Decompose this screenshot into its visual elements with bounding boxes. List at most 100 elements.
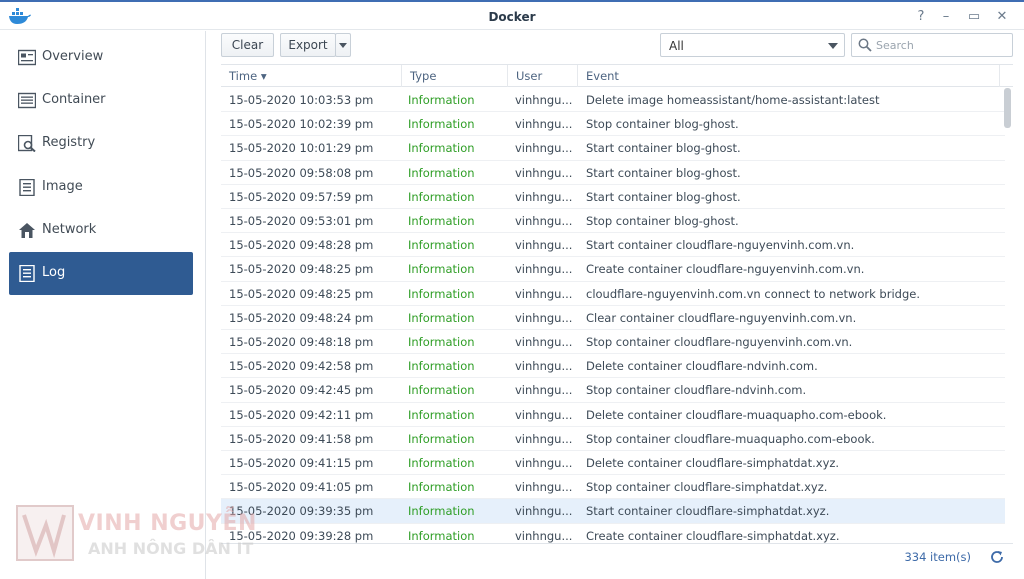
event-cell: Start container blog-ghost. [586, 189, 741, 204]
event-cell: Stop container blog-ghost. [586, 214, 739, 228]
export-dropdown-button[interactable] [335, 33, 351, 57]
filter-selected-value: All [669, 39, 684, 53]
time-cell: 15-05-2020 10:02:39 pm [229, 117, 374, 132]
sidebar-item-label: Network [42, 222, 97, 237]
column-header-event[interactable]: Event [578, 65, 1000, 87]
search-box[interactable] [851, 33, 1013, 57]
table-row[interactable]: 15-05-2020 09:48:25 pm Information vinhngu… [221, 282, 1005, 306]
table-footer: 334 item(s) [221, 543, 1013, 569]
time-cell: 15-05-2020 09:42:45 pm [229, 383, 374, 398]
event-cell: Create container cloudflare-simphatdat.x… [586, 528, 840, 543]
maximize-button[interactable]: ▭ [965, 7, 983, 27]
column-header-user[interactable]: User [508, 65, 578, 87]
user-cell: vinhngu... [515, 262, 573, 277]
event-cell: Start container cloudflare-nguyenvinh.co… [586, 238, 855, 253]
event-cell: Stop container blog-ghost. [586, 117, 739, 132]
event-cell: Start container cloudflare-simphatdat.xy… [586, 504, 830, 519]
event-cell: Create container cloudflare-nguyenvinh.c… [586, 262, 865, 277]
table-row[interactable]: 15-05-2020 09:39:35 pm Information vinhngu… [221, 499, 1005, 524]
table-row[interactable]: 15-05-2020 09:41:15 pm Information vinhngu… [221, 451, 1005, 476]
time-cell: 15-05-2020 10:01:29 pm [229, 141, 374, 156]
event-cell: Delete container cloudflare-muaquapho.co… [586, 407, 887, 422]
sidebar-item-overview[interactable]: Overview [9, 36, 193, 79]
sidebar-item-label: Container [42, 92, 106, 107]
search-icon [858, 38, 872, 52]
table-row[interactable]: 15-05-2020 09:53:01 pm Information vinhngu… [221, 209, 1005, 234]
type-cell: Information [408, 359, 475, 374]
time-cell: 15-05-2020 09:41:58 pm [229, 431, 374, 446]
user-cell: vinhngu... [515, 165, 573, 180]
time-cell: 15-05-2020 09:57:59 pm [229, 189, 374, 204]
type-cell: Information [408, 214, 475, 228]
search-input[interactable] [876, 37, 1006, 53]
sidebar: Overview Container Registry Image Networ… [0, 31, 206, 579]
table-body: 15-05-2020 10:03:53 pm Information vinhngu… [221, 88, 1013, 544]
sidebar-item-log[interactable]: Log [9, 252, 193, 295]
image-icon [19, 179, 35, 196]
refresh-icon[interactable] [989, 549, 1005, 565]
sort-desc-icon: ▾ [260, 69, 267, 83]
time-cell: 15-05-2020 09:48:24 pm [229, 310, 374, 325]
table-row[interactable]: 15-05-2020 09:42:45 pm Information vinhngu… [221, 378, 1005, 403]
export-button[interactable]: Export [280, 33, 336, 57]
type-cell: Information [408, 286, 475, 301]
sidebar-item-label: Image [42, 179, 83, 194]
type-cell: Information [408, 141, 475, 156]
user-cell: vinhngu... [515, 189, 573, 204]
sidebar-item-registry[interactable]: Registry [9, 122, 193, 165]
docker-window: Docker ? – ▭ ✕ Overview Container Regist… [0, 0, 1024, 579]
sidebar-item-container[interactable]: Container [9, 79, 193, 122]
time-cell: 15-05-2020 09:58:08 pm [229, 165, 374, 180]
watermark: VINH NGUYỄN ANH NÔNG DÂN IT [16, 505, 316, 565]
type-cell: Information [408, 528, 475, 543]
user-cell: vinhngu... [515, 431, 573, 446]
event-cell: Stop container cloudflare-ndvinh.com. [586, 383, 807, 398]
table-row[interactable]: 15-05-2020 09:57:59 pm Information vinhngu… [221, 185, 1005, 209]
type-cell: Information [408, 117, 475, 132]
time-cell: 15-05-2020 09:48:25 pm [229, 262, 374, 277]
clear-button[interactable]: Clear [221, 33, 274, 57]
item-count: 334 item(s) [904, 550, 971, 564]
time-cell: 15-05-2020 09:48:28 pm [229, 238, 374, 253]
close-button[interactable]: ✕ [993, 7, 1011, 27]
time-cell: 15-05-2020 09:41:15 pm [229, 456, 374, 470]
chevron-down-icon [828, 43, 838, 49]
table-row[interactable]: 15-05-2020 09:39:28 pm Information vinhngu… [221, 524, 1005, 544]
column-header-type[interactable]: Type [402, 65, 508, 87]
table-row[interactable]: 15-05-2020 09:41:58 pm Information vinhngu… [221, 427, 1005, 451]
event-cell: Stop container cloudflare-muaquapho.com-… [586, 431, 875, 446]
table-row[interactable]: 15-05-2020 09:58:08 pm Information vinhngu… [221, 161, 1005, 185]
table-row[interactable]: 15-05-2020 09:41:05 pm Information vinhngu… [221, 475, 1005, 500]
table-row[interactable]: 15-05-2020 09:42:11 pm Information vinhngu… [221, 403, 1005, 427]
type-cell: Information [408, 383, 475, 398]
type-cell: Information [408, 335, 475, 349]
type-cell: Information [408, 93, 475, 107]
vertical-scrollbar[interactable] [1004, 88, 1011, 128]
log-type-filter[interactable]: All [660, 33, 845, 57]
table-row[interactable]: 15-05-2020 09:48:25 pm Information vinhngu… [221, 257, 1005, 282]
type-cell: Information [408, 262, 475, 277]
user-cell: vinhngu... [515, 93, 573, 107]
table-row[interactable]: 15-05-2020 09:42:58 pm Information vinhngu… [221, 354, 1005, 379]
window-title: Docker [488, 10, 536, 24]
type-cell: Information [408, 238, 475, 253]
table-row[interactable]: 15-05-2020 09:48:18 pm Information vinhngu… [221, 330, 1005, 355]
user-cell: vinhngu... [515, 335, 573, 349]
minimize-button[interactable]: – [937, 7, 955, 27]
table-row[interactable]: 15-05-2020 10:01:29 pm Information vinhngu… [221, 136, 1005, 161]
table-row[interactable]: 15-05-2020 09:48:28 pm Information vinhngu… [221, 233, 1005, 258]
user-cell: vinhngu... [515, 117, 573, 132]
sidebar-item-network[interactable]: Network [9, 209, 193, 252]
type-cell: Information [408, 165, 475, 180]
table-row[interactable]: 15-05-2020 09:48:24 pm Information vinhngu… [221, 306, 1005, 330]
sidebar-item-label: Log [42, 265, 66, 280]
overview-icon [18, 49, 36, 66]
sidebar-item-label: Overview [42, 49, 104, 64]
time-cell: 15-05-2020 10:03:53 pm [229, 93, 374, 107]
sidebar-item-image[interactable]: Image [9, 166, 193, 209]
table-row[interactable]: 15-05-2020 10:02:39 pm Information vinhngu… [221, 112, 1005, 137]
help-button[interactable]: ? [912, 7, 930, 27]
table-row[interactable]: 15-05-2020 10:03:53 pm Information vinhngu… [221, 88, 1005, 113]
user-cell: vinhngu... [515, 504, 573, 519]
column-header-time[interactable]: Time ▾ [221, 65, 402, 87]
